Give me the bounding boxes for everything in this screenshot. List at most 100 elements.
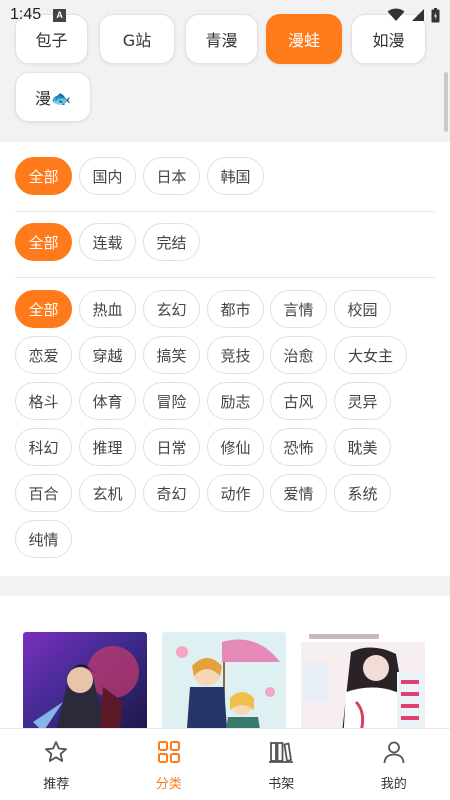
divider: [15, 211, 435, 212]
chip-label: 都市: [220, 300, 251, 319]
chip-label: 推理: [92, 438, 123, 457]
source-label: 漫🐟: [35, 89, 71, 108]
status-chip-ongoing[interactable]: 连载: [79, 223, 136, 261]
chip-label: 全部: [28, 167, 59, 186]
comic-cover-art: [23, 632, 147, 730]
status-indicators: [387, 7, 440, 23]
person-icon: [383, 741, 405, 764]
genre-chip[interactable]: 热血: [79, 290, 136, 328]
genre-chip[interactable]: 推理: [79, 428, 136, 466]
chip-label: 全部: [28, 233, 59, 252]
chip-label: 科幻: [28, 438, 59, 457]
chip-label: 日常: [156, 438, 187, 457]
battery-icon: [431, 7, 440, 22]
nav-tab-bookshelf[interactable]: 书架: [225, 729, 338, 800]
region-chip-all[interactable]: 全部: [15, 157, 72, 195]
comic-cover[interactable]: [301, 632, 425, 730]
chip-label: 治愈: [283, 346, 314, 365]
nav-tab-recommend[interactable]: 推荐: [0, 729, 113, 800]
chip-label: 奇幻: [156, 484, 187, 503]
chip-label: 日本: [156, 167, 187, 186]
wifi-icon: [387, 8, 405, 21]
status-chip-all[interactable]: 全部: [15, 223, 72, 261]
genre-chip[interactable]: 日常: [143, 428, 200, 466]
genre-chip[interactable]: 竞技: [207, 336, 264, 374]
source-label: G站: [122, 31, 152, 50]
genre-chip[interactable]: 励志: [207, 382, 264, 420]
genre-chip[interactable]: 系统: [334, 474, 391, 512]
genre-chip[interactable]: 古风: [270, 382, 327, 420]
scrollbar[interactable]: [444, 72, 448, 132]
genre-chip[interactable]: 搞笑: [143, 336, 200, 374]
comic-cover[interactable]: [162, 632, 286, 730]
chip-label: 古风: [283, 392, 314, 411]
chip-label: 恋爱: [28, 346, 59, 365]
genre-chip[interactable]: 言情: [270, 290, 327, 328]
genre-chip[interactable]: 格斗: [15, 382, 72, 420]
genre-chip[interactable]: 灵异: [334, 382, 391, 420]
chip-label: 冒险: [156, 392, 187, 411]
comic-list: [0, 596, 450, 730]
genre-chip[interactable]: 百合: [15, 474, 72, 512]
genre-chip[interactable]: 校园: [334, 290, 391, 328]
comic-cover-art: [301, 632, 425, 730]
region-chip-domestic[interactable]: 国内: [79, 157, 136, 195]
chip-label: 穿越: [92, 346, 123, 365]
source-label: 包子: [35, 31, 68, 50]
genre-chip[interactable]: 都市: [207, 290, 264, 328]
chip-label: 搞笑: [156, 346, 187, 365]
source-button-manyu[interactable]: 漫🐟: [15, 72, 91, 122]
region-chip-korea[interactable]: 韩国: [207, 157, 264, 195]
nav-tab-category[interactable]: 分类: [113, 729, 226, 800]
genre-chip[interactable]: 奇幻: [143, 474, 200, 512]
source-label: 青漫: [205, 31, 238, 50]
genre-chip[interactable]: 动作: [207, 474, 264, 512]
genre-chip-all[interactable]: 全部: [15, 290, 72, 328]
status-bar: 1:45 A: [0, 0, 450, 30]
comic-cover[interactable]: [23, 632, 147, 730]
chip-label: 格斗: [28, 392, 59, 411]
genre-chip[interactable]: 冒险: [143, 382, 200, 420]
genre-chip[interactable]: 科幻: [15, 428, 72, 466]
status-chip-completed[interactable]: 完结: [143, 223, 200, 261]
genre-chip[interactable]: 耽美: [334, 428, 391, 466]
genre-chip[interactable]: 大女主: [334, 336, 407, 374]
nav-label: 书架: [268, 777, 295, 792]
bookshelf-icon: [269, 742, 294, 763]
nav-tab-profile[interactable]: 我的: [338, 729, 450, 800]
chip-label: 玄幻: [156, 300, 187, 319]
source-selector: 包子 G站 青漫 漫蛙 如漫 漫🐟: [0, 14, 443, 142]
genre-chip[interactable]: 治愈: [270, 336, 327, 374]
chip-label: 大女主: [347, 346, 393, 365]
chip-label: 恐怖: [283, 438, 314, 457]
grid-icon: [157, 741, 180, 763]
star-icon: [45, 741, 68, 762]
chip-label: 纯情: [28, 530, 59, 549]
chip-label: 体育: [92, 392, 123, 411]
nav-label: 我的: [380, 777, 407, 792]
genre-chip[interactable]: 爱情: [270, 474, 327, 512]
genre-chip[interactable]: 纯情: [15, 520, 72, 558]
bottom-nav: 推荐 分类 书架 我的: [0, 728, 450, 800]
genre-chip[interactable]: 恋爱: [15, 336, 72, 374]
chip-label: 连载: [92, 233, 123, 252]
genre-chip[interactable]: 玄机: [79, 474, 136, 512]
chip-label: 国内: [92, 167, 123, 186]
region-chip-japan[interactable]: 日本: [143, 157, 200, 195]
source-label: 漫蛙: [287, 31, 320, 50]
genre-chip[interactable]: 穿越: [79, 336, 136, 374]
genre-chip[interactable]: 体育: [79, 382, 136, 420]
genre-chip[interactable]: 恐怖: [270, 428, 327, 466]
signal-icon: [412, 9, 424, 21]
chip-label: 全部: [28, 300, 59, 319]
genre-chip[interactable]: 玄幻: [143, 290, 200, 328]
chip-label: 言情: [283, 300, 314, 319]
chip-label: 动作: [220, 484, 251, 503]
source-label: 如漫: [372, 31, 405, 50]
divider: [15, 277, 435, 278]
chip-label: 励志: [220, 392, 251, 411]
chip-label: 校园: [347, 300, 378, 319]
chip-label: 韩国: [220, 167, 251, 186]
genre-chip[interactable]: 修仙: [207, 428, 264, 466]
chip-label: 玄机: [92, 484, 123, 503]
